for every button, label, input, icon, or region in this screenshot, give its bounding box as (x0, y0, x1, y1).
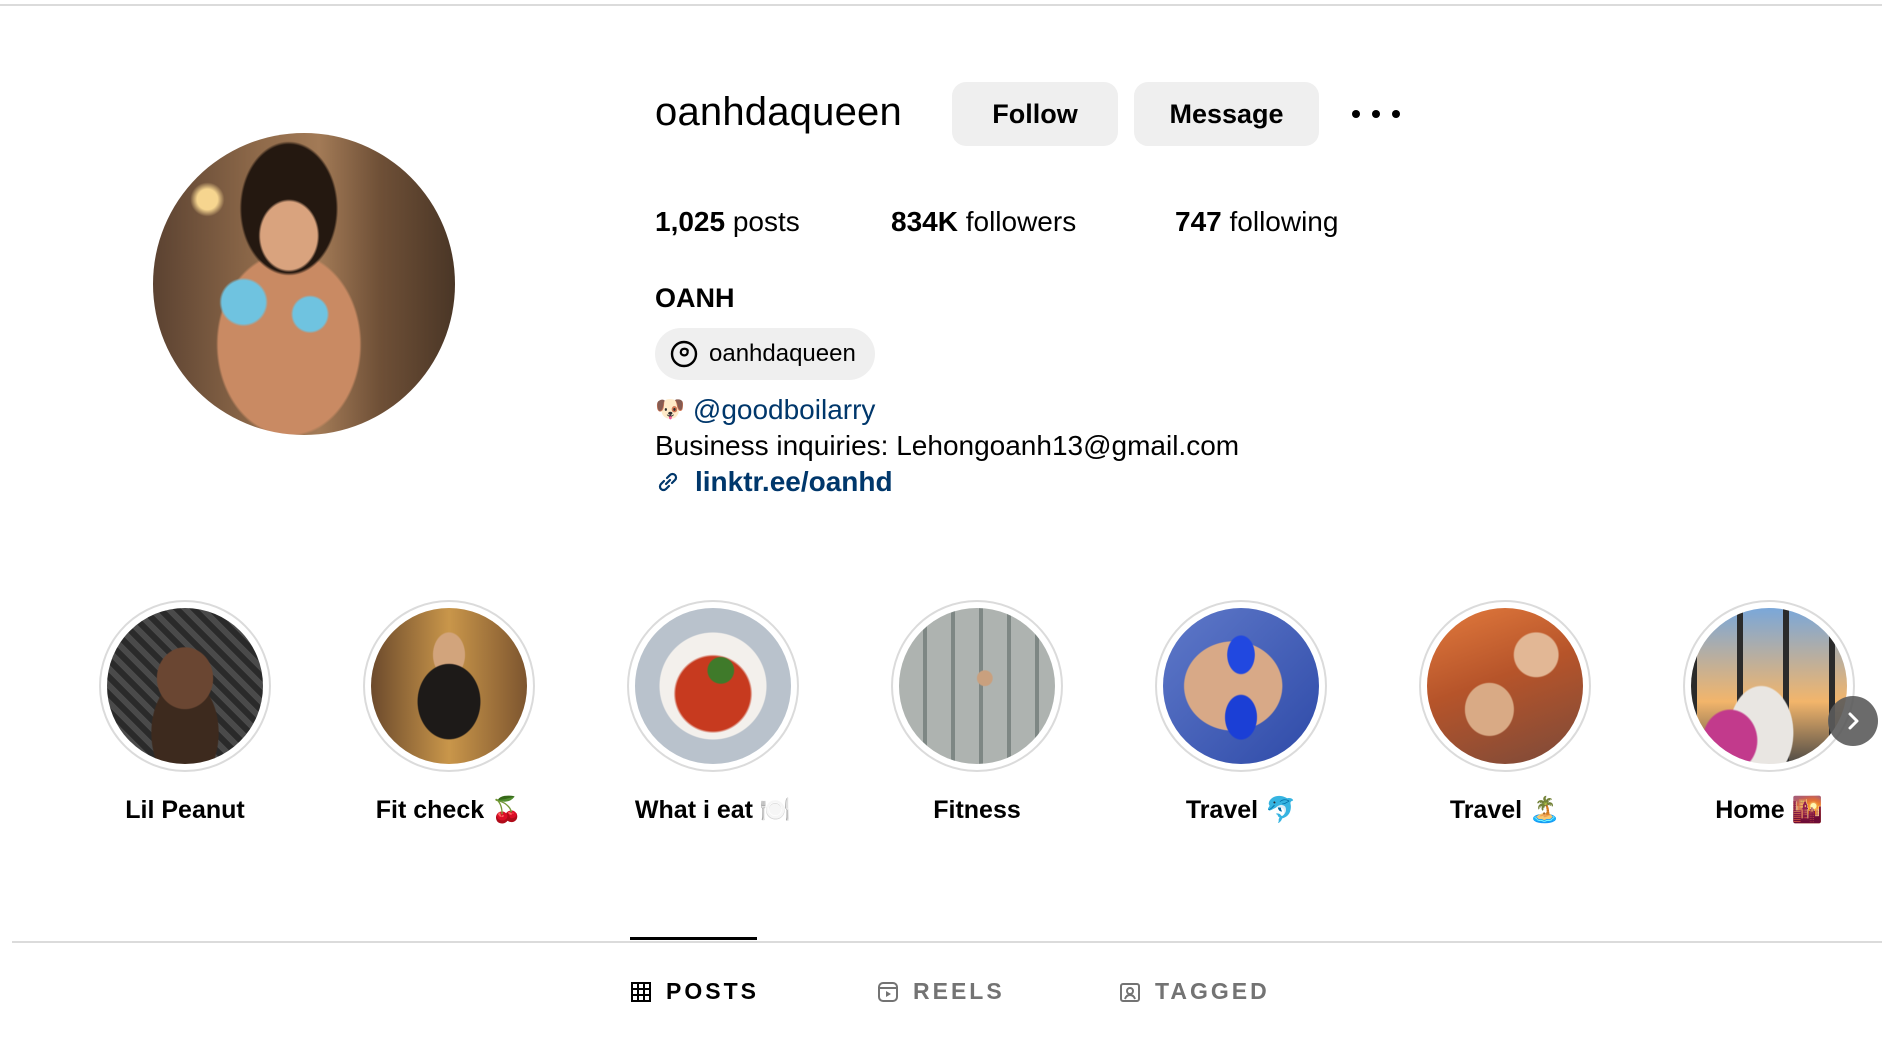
highlight-label: Home 🌇 (1715, 796, 1823, 824)
highlight-label: Lil Peanut (125, 796, 245, 824)
bio-external-link[interactable]: linktr.ee/oanhd (655, 464, 893, 500)
dot (1392, 110, 1400, 118)
highlight-cover (1427, 608, 1583, 764)
highlight-label: What i eat 🍽️ (634, 796, 792, 824)
highlight-ring (1683, 600, 1855, 772)
tabs-divider (12, 941, 1882, 943)
highlight-cover (107, 608, 263, 764)
threads-badge[interactable]: oanhdaqueen (655, 328, 875, 380)
active-tab-indicator (630, 937, 757, 940)
highlight-cover (371, 608, 527, 764)
profile-avatar[interactable] (153, 133, 455, 435)
highlight-label: Travel 🐬 (1185, 796, 1297, 824)
link-icon (658, 472, 678, 492)
highlight-ring (1419, 600, 1591, 772)
tab-tagged[interactable]: TAGGED (1119, 978, 1270, 1005)
followers-stat[interactable]: 834K followers (891, 202, 1076, 242)
grid-icon (631, 981, 651, 1002)
following-stat[interactable]: 747 following (1175, 202, 1338, 242)
top-border (0, 4, 1882, 6)
highlights-next-button[interactable] (1828, 696, 1878, 746)
followers-count: 834K (891, 206, 958, 237)
highlight-what-i-eat[interactable]: What i eat 🍽️ (627, 600, 799, 825)
dot (1352, 110, 1360, 118)
highlight-ring (627, 600, 799, 772)
dog-emoji: 🐶 (655, 396, 685, 423)
more-options-icon[interactable] (1352, 96, 1400, 132)
highlight-ring (1155, 600, 1327, 772)
tab-posts[interactable]: POSTS (630, 978, 759, 1005)
posts-count: 1,025 (655, 206, 726, 237)
message-button[interactable]: Message (1134, 82, 1319, 146)
highlight-cover (1691, 608, 1847, 764)
highlight-label: Fitness (933, 796, 1021, 824)
highlight-label: Fit check 🍒 (375, 796, 523, 824)
highlight-fitness[interactable]: Fitness (891, 600, 1063, 825)
highlight-cover (1163, 608, 1319, 764)
bio-business-line: Business inquiries: Lehongoanh13@gmail.c… (655, 430, 1240, 461)
highlight-ring (891, 600, 1063, 772)
highlight-cover (635, 608, 791, 764)
tab-reels[interactable]: REELS (877, 978, 1005, 1005)
highlight-label: Travel 🏝️ (1449, 796, 1561, 824)
reels-icon (878, 981, 898, 1002)
bio-mention-link[interactable]: @goodboilarry (693, 392, 876, 428)
threads-icon (670, 340, 698, 368)
highlight-cover (899, 608, 1055, 764)
posts-label: posts (732, 206, 800, 237)
tagged-icon (1120, 982, 1140, 1002)
tab-reels-label: REELS (913, 978, 1005, 1004)
following-count: 747 (1175, 206, 1222, 237)
dot (1372, 110, 1380, 118)
highlight-ring (363, 600, 535, 772)
link-text: linktr.ee/oanhd (695, 466, 893, 497)
highlight-fit-check[interactable]: Fit check 🍒 (363, 600, 535, 825)
chevron-right-icon (1848, 712, 1859, 730)
tab-posts-label: POSTS (666, 978, 759, 1004)
posts-stat: 1,025 posts (655, 202, 800, 242)
highlight-travel-dolphin[interactable]: Travel 🐬 (1155, 600, 1327, 825)
threads-handle: oanhdaqueen (709, 340, 856, 367)
follow-button[interactable]: Follow (952, 82, 1118, 146)
following-label: following (1229, 206, 1339, 237)
highlight-ring (99, 600, 271, 772)
highlight-lil-peanut[interactable]: Lil Peanut (99, 600, 271, 825)
followers-label: followers (965, 206, 1077, 237)
profile-username: oanhdaqueen (655, 90, 902, 134)
highlight-travel-island[interactable]: Travel 🏝️ (1419, 600, 1591, 825)
profile-full-name: OANH (655, 283, 735, 313)
bio-line-mention: 🐶 @goodboilarry (655, 392, 875, 428)
tab-tagged-label: TAGGED (1155, 978, 1270, 1004)
